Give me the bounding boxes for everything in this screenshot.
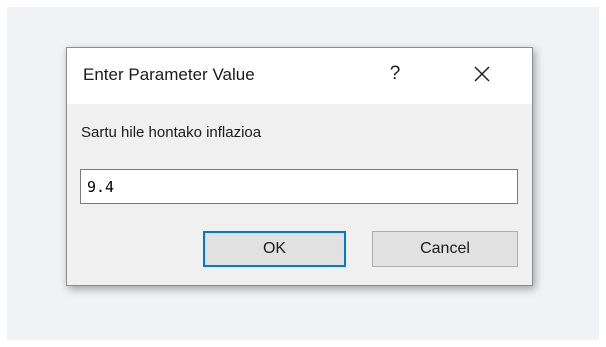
parameter-prompt: Sartu hile hontako inflazioa [81, 124, 262, 141]
close-button[interactable] [469, 61, 495, 87]
close-icon [474, 66, 490, 82]
cancel-button[interactable]: Cancel [372, 231, 518, 267]
dialog-title: Enter Parameter Value [83, 65, 255, 84]
ok-button[interactable]: OK [203, 231, 346, 267]
dialog-titlebar: Enter Parameter Value ? [67, 48, 532, 104]
parameter-input[interactable] [80, 169, 518, 204]
help-button[interactable]: ? [383, 62, 407, 86]
enter-parameter-dialog: Enter Parameter Value ? Sartu hile honta… [66, 47, 533, 286]
